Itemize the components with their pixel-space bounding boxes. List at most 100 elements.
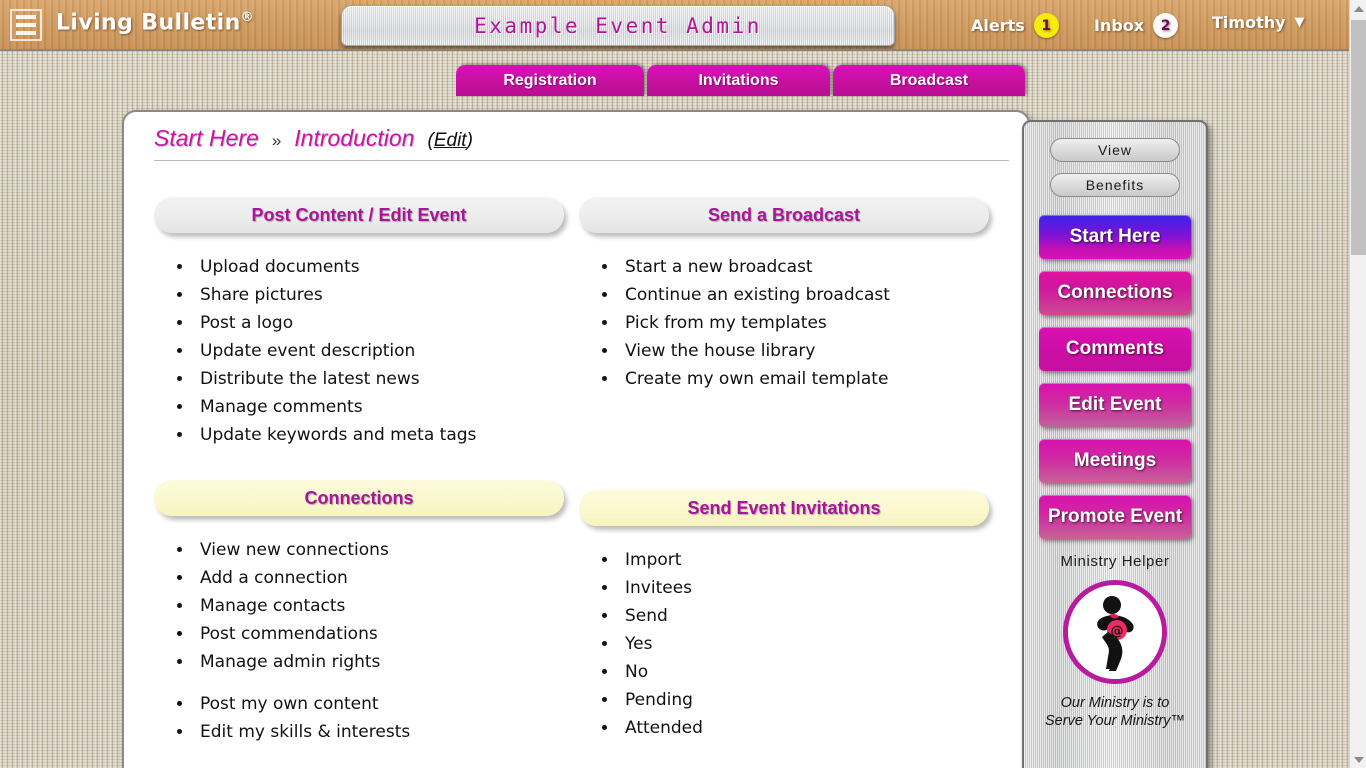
panel-header-send-a-broadcast[interactable]: Send a Broadcast bbox=[579, 197, 989, 233]
list-item[interactable]: Yes bbox=[619, 630, 989, 658]
list-item[interactable]: Manage contacts bbox=[194, 592, 564, 620]
list-item[interactable]: Distribute the latest news bbox=[194, 365, 564, 393]
list-item[interactable]: No bbox=[619, 658, 989, 686]
list-item[interactable]: Edit my skills & interests bbox=[194, 718, 564, 746]
panel-title: Send a Broadcast bbox=[707, 204, 861, 225]
tab-broadcast[interactable]: Broadcast bbox=[833, 65, 1025, 96]
list-item[interactable]: Manage admin rights bbox=[194, 648, 564, 676]
panel-header-connections[interactable]: Connections bbox=[154, 480, 564, 516]
user-name-label: Timothy bbox=[1212, 13, 1286, 32]
list-item-label: Create my own email template bbox=[625, 369, 889, 389]
chevron-down-icon: ▼ bbox=[1294, 15, 1305, 30]
breadcrumb-root[interactable]: Start Here bbox=[154, 125, 259, 152]
list-item-label: Continue an existing broadcast bbox=[625, 285, 890, 305]
sidebar-item-edit-event[interactable]: Edit Event bbox=[1039, 383, 1191, 427]
sidebar-item-comments[interactable]: Comments bbox=[1039, 327, 1191, 371]
list-item[interactable]: Post my own content bbox=[194, 690, 564, 718]
sidebar-item-label: Start Here bbox=[1069, 226, 1161, 247]
scrollbar-thumb[interactable] bbox=[1351, 20, 1366, 255]
list-item-label: No bbox=[625, 662, 649, 682]
list-item[interactable]: Create my own email template bbox=[619, 365, 989, 393]
right-sidebar: View Benefits Start Here Connections Com… bbox=[1022, 120, 1208, 768]
scroll-down-arrow-icon[interactable] bbox=[1350, 751, 1366, 768]
list-item-label: Share pictures bbox=[200, 285, 323, 305]
list-item-label: Send bbox=[625, 606, 668, 626]
list-item-label: Pending bbox=[625, 690, 693, 710]
sidebar-item-label: Meetings bbox=[1073, 450, 1157, 471]
list-item[interactable]: Continue an existing broadcast bbox=[619, 281, 989, 309]
main-content-card: Start Here » Introduction (Edit) Post Co… bbox=[122, 110, 1030, 768]
brand-logo[interactable]: Living Bulletin® bbox=[56, 10, 254, 35]
list-item-label: Manage comments bbox=[200, 397, 363, 417]
sidebar-item-connections[interactable]: Connections bbox=[1039, 271, 1191, 315]
sidebar-item-label: Edit Event bbox=[1068, 394, 1162, 415]
tab-registration[interactable]: Registration bbox=[456, 65, 644, 96]
list-item-label: Add a connection bbox=[200, 568, 348, 588]
list-item[interactable]: Share pictures bbox=[194, 281, 564, 309]
list-item-label: Pick from my templates bbox=[625, 313, 827, 333]
page-scrollbar[interactable] bbox=[1349, 0, 1366, 768]
list-item[interactable]: Add a connection bbox=[194, 564, 564, 592]
user-menu[interactable]: Timothy ▼ bbox=[1212, 13, 1305, 32]
panel-title: Send Event Invitations bbox=[687, 497, 881, 518]
list-item-label: Manage admin rights bbox=[200, 652, 381, 672]
pill-label: Benefits bbox=[1085, 177, 1145, 193]
list-item-label: Import bbox=[625, 550, 682, 570]
list-item[interactable]: Pending bbox=[619, 686, 989, 714]
hamburger-menu-icon[interactable] bbox=[10, 9, 42, 41]
list-item[interactable]: Manage comments bbox=[194, 393, 564, 421]
panel-list-connections: View new connections Add a connection Ma… bbox=[194, 536, 564, 746]
list-item[interactable]: Upload documents bbox=[194, 253, 564, 281]
panel-header-post-content-edit-event[interactable]: Post Content / Edit Event bbox=[154, 197, 564, 233]
list-item-label: Update keywords and meta tags bbox=[200, 425, 477, 445]
panel-post-content-edit-event: Post Content / Edit Event Upload documen… bbox=[154, 197, 564, 449]
alerts-link[interactable]: Alerts 1 bbox=[971, 13, 1059, 38]
breadcrumb-separator: » bbox=[271, 131, 282, 150]
list-item-label: Post commendations bbox=[200, 624, 378, 644]
list-item-label: View the house library bbox=[625, 341, 816, 361]
list-item[interactable]: Pick from my templates bbox=[619, 309, 989, 337]
list-item[interactable]: Start a new broadcast bbox=[619, 253, 989, 281]
page-title: Example Event Admin bbox=[474, 13, 762, 38]
sidebar-pill-benefits[interactable]: Benefits bbox=[1050, 173, 1180, 197]
inbox-link[interactable]: Inbox 2 bbox=[1094, 13, 1179, 38]
sidebar-item-start-here[interactable]: Start Here bbox=[1039, 215, 1191, 259]
panel-connections: Connections View new connections Add a c… bbox=[154, 480, 564, 746]
list-item-label: Post a logo bbox=[200, 313, 294, 333]
tab-invitations[interactable]: Invitations bbox=[647, 65, 830, 96]
list-item[interactable]: Update event description bbox=[194, 337, 564, 365]
ministry-helper-figure-icon[interactable]: @ bbox=[1063, 580, 1167, 684]
edit-link[interactable]: (Edit) bbox=[428, 130, 473, 152]
brand-registered-mark: ® bbox=[240, 10, 255, 25]
panel-list-post-content-edit-event: Upload documents Share pictures Post a l… bbox=[194, 253, 564, 449]
tab-label: Invitations bbox=[698, 71, 779, 89]
list-item[interactable]: Import bbox=[619, 546, 989, 574]
list-item[interactable]: View the house library bbox=[619, 337, 989, 365]
list-item[interactable]: Invitees bbox=[619, 574, 989, 602]
list-item-label: Edit my skills & interests bbox=[200, 722, 411, 742]
list-item-label: Update event description bbox=[200, 341, 416, 361]
triangle-up bbox=[1353, 5, 1364, 12]
panel-list-send-a-broadcast: Start a new broadcast Continue an existi… bbox=[619, 253, 989, 393]
sidebar-item-label: Comments bbox=[1065, 338, 1165, 359]
list-item[interactable]: Post a logo bbox=[194, 309, 564, 337]
list-item-label: Distribute the latest news bbox=[200, 369, 420, 389]
primary-tab-bar: Registration Invitations Broadcast bbox=[456, 65, 1025, 96]
hamburger-bar bbox=[16, 23, 36, 27]
sidebar-pill-view[interactable]: View bbox=[1050, 138, 1180, 162]
panel-header-send-event-invitations[interactable]: Send Event Invitations bbox=[579, 490, 989, 526]
list-item[interactable]: Attended bbox=[619, 714, 989, 742]
inbox-count-badge: 2 bbox=[1153, 13, 1179, 38]
breadcrumb-current[interactable]: Introduction bbox=[294, 125, 414, 152]
list-item[interactable]: View new connections bbox=[194, 536, 564, 564]
sidebar-item-promote-event[interactable]: Promote Event bbox=[1039, 495, 1191, 539]
list-item[interactable]: Post commendations bbox=[194, 620, 564, 648]
triangle-down bbox=[1353, 756, 1364, 763]
panel-send-a-broadcast: Send a Broadcast Start a new broadcast C… bbox=[579, 197, 989, 393]
breadcrumb-divider bbox=[154, 160, 1009, 161]
list-item[interactable]: Send bbox=[619, 602, 989, 630]
scroll-up-arrow-icon[interactable] bbox=[1350, 0, 1366, 17]
list-item[interactable]: Update keywords and meta tags bbox=[194, 421, 564, 449]
panel-title: Connections bbox=[304, 487, 414, 508]
sidebar-item-meetings[interactable]: Meetings bbox=[1039, 439, 1191, 483]
